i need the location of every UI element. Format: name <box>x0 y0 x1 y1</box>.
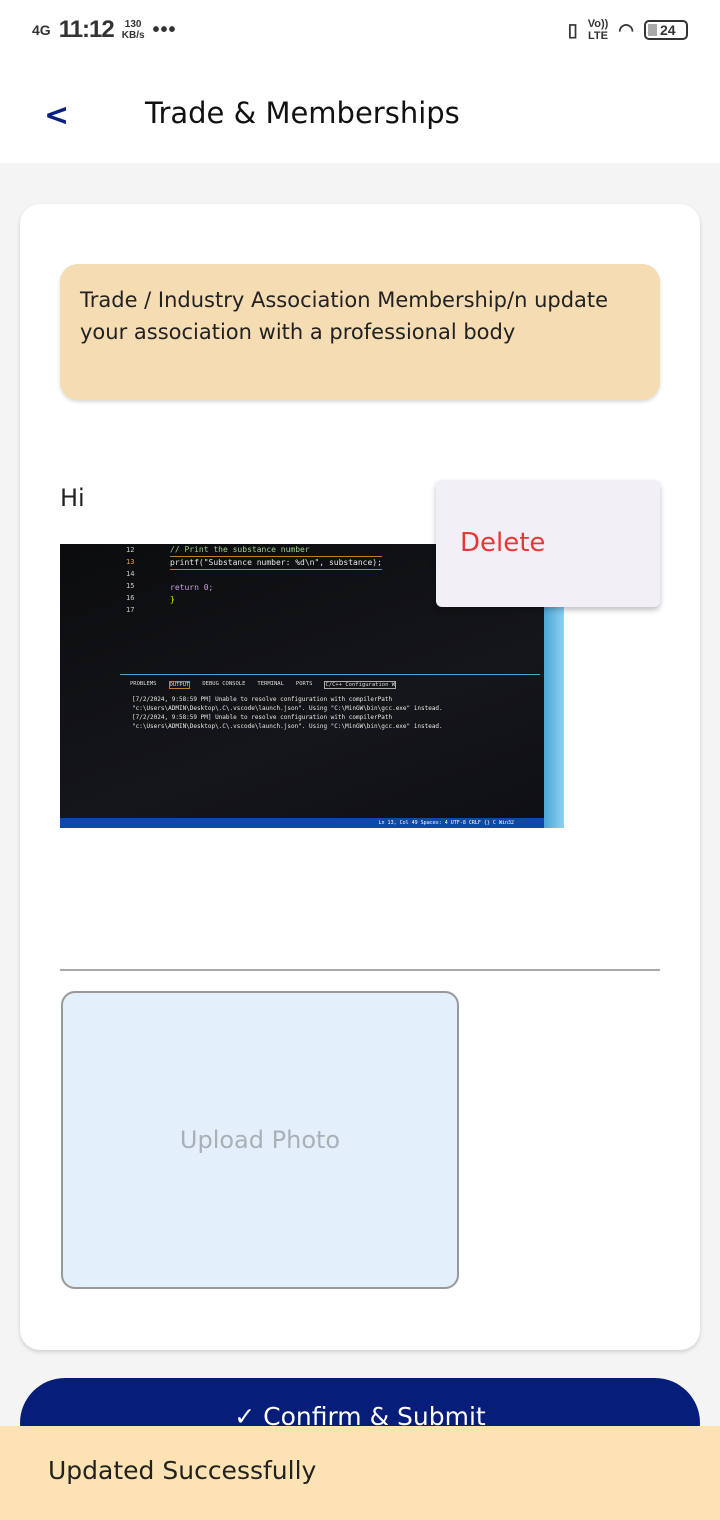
context-menu: Delete <box>436 480 660 607</box>
clock: 11:12 <box>58 16 115 43</box>
volte-icon: Vo)) LTE <box>587 18 609 42</box>
vibrate-icon: ▯ <box>567 19 578 40</box>
back-chevron-icon[interactable]: < <box>44 98 69 133</box>
delete-menu-item[interactable]: Delete <box>460 528 545 558</box>
battery-icon: 24 <box>644 20 688 40</box>
entry-caption: Hi <box>60 484 85 512</box>
wifi-icon: ◠ <box>618 19 634 40</box>
membership-card: Trade / Industry Association Membership/… <box>20 204 700 1350</box>
upload-photo-button[interactable]: Upload Photo <box>61 991 459 1289</box>
network-speed: 130 KB/s <box>121 19 145 41</box>
code-text: // Print the substance number printf("Su… <box>170 545 382 604</box>
status-bar: 4G 11:12 130 KB/s ••• ▯ Vo)) LTE ◠ 24 <box>0 0 720 64</box>
app-bar: < Trade & Memberships <box>0 64 720 163</box>
snackbar: Updated Successfully <box>0 1426 720 1520</box>
signal-icon: 4G <box>32 22 51 38</box>
info-banner: Trade / Industry Association Membership/… <box>60 264 660 400</box>
page-title: Trade & Memberships <box>145 96 460 130</box>
line-numbers: 12 13 14 15 16 17 <box>126 546 135 614</box>
divider <box>60 969 660 971</box>
output-panel: PROBLEMS OUTPUT DEBUG CONSOLE TERMINAL P… <box>120 674 540 814</box>
more-notifications-icon: ••• <box>152 18 177 41</box>
editor-statusbar: Ln 13, Col 49 Spaces: 4 UTF-8 CRLF {} C … <box>60 818 564 828</box>
